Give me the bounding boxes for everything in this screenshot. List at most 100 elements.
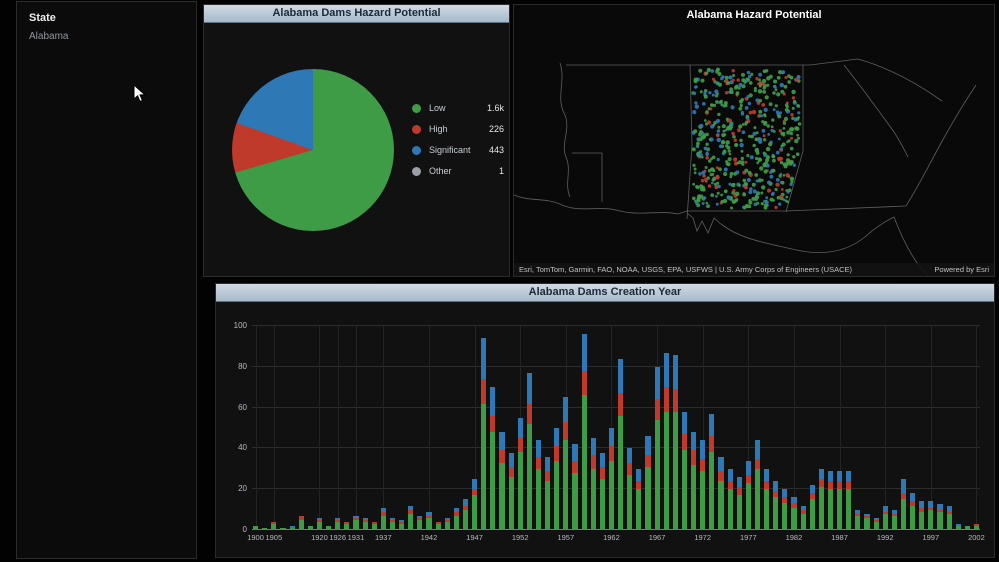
bar-1986[interactable]: [827, 326, 834, 530]
bar-1980[interactable]: [772, 326, 779, 530]
bar-1982[interactable]: [790, 326, 797, 530]
bar-1978[interactable]: [754, 326, 761, 530]
bar-1976[interactable]: [736, 326, 743, 530]
bar-1936[interactable]: [371, 326, 378, 530]
bar-1923[interactable]: [325, 326, 332, 530]
bar-1994[interactable]: [900, 326, 907, 530]
bar-1917[interactable]: [307, 326, 314, 530]
bar-1985[interactable]: [818, 326, 825, 530]
bar-1973[interactable]: [708, 326, 715, 530]
bar-1992[interactable]: [882, 326, 889, 530]
bar-1991[interactable]: [873, 326, 880, 530]
bar-1996[interactable]: [918, 326, 925, 530]
bar-1956[interactable]: [553, 326, 560, 530]
bar-1993[interactable]: [891, 326, 898, 530]
bar-1942[interactable]: [425, 326, 432, 530]
x-label-slot: [818, 533, 825, 545]
bar-1959[interactable]: [581, 326, 588, 530]
state-list-item-alabama[interactable]: Alabama: [17, 24, 196, 42]
bar-1938[interactable]: [389, 326, 396, 530]
bar-1944[interactable]: [444, 326, 451, 530]
bar-1945[interactable]: [453, 326, 460, 530]
bar-1965[interactable]: [635, 326, 642, 530]
bar-1999[interactable]: [946, 326, 953, 530]
bar-1934[interactable]: [362, 326, 369, 530]
bar-1948[interactable]: [480, 326, 487, 530]
bar-1964[interactable]: [626, 326, 633, 530]
bar-1969[interactable]: [672, 326, 679, 530]
bar-1977[interactable]: [745, 326, 752, 530]
bar-1951[interactable]: [508, 326, 515, 530]
bar-1981[interactable]: [781, 326, 788, 530]
bar-1957[interactable]: [562, 326, 569, 530]
bar-segment-significant: [645, 436, 651, 455]
bar-segment-significant: [490, 387, 496, 416]
bar-1962[interactable]: [608, 326, 615, 530]
bar-1908[interactable]: [279, 326, 286, 530]
bar-1995[interactable]: [909, 326, 916, 530]
bar-1990[interactable]: [863, 326, 870, 530]
x-label-slot: 1937: [375, 533, 392, 545]
legend-item-low[interactable]: Low 1.6k: [412, 103, 504, 113]
pie-chart[interactable]: [232, 69, 394, 231]
mouse-cursor: [133, 83, 147, 108]
bar-1947[interactable]: [471, 326, 478, 530]
bar-1960[interactable]: [590, 326, 597, 530]
bar-1967[interactable]: [654, 326, 661, 530]
bar-1952[interactable]: [517, 326, 524, 530]
map-canvas[interactable]: [514, 5, 994, 276]
bar-1939[interactable]: [398, 326, 405, 530]
bar-1989[interactable]: [854, 326, 861, 530]
bar-1997[interactable]: [927, 326, 934, 530]
legend-item-other[interactable]: Other 1: [412, 166, 504, 176]
bar-1987[interactable]: [836, 326, 843, 530]
bar-1941[interactable]: [416, 326, 423, 530]
x-label-slot: [626, 533, 633, 545]
bar-segment-high: [709, 436, 715, 453]
bar-1974[interactable]: [717, 326, 724, 530]
bar-1966[interactable]: [644, 326, 651, 530]
bar-1963[interactable]: [617, 326, 624, 530]
bar-1953[interactable]: [526, 326, 533, 530]
x-label-slot: 1967: [649, 533, 666, 545]
bar-1979[interactable]: [763, 326, 770, 530]
bar-1950[interactable]: [498, 326, 505, 530]
x-label-slot: [763, 533, 770, 545]
bar-segment-low: [462, 509, 468, 530]
bar-1931[interactable]: [352, 326, 359, 530]
bar-1900[interactable]: [252, 326, 259, 530]
bar-1968[interactable]: [663, 326, 670, 530]
x-label-slot: [617, 533, 624, 545]
bar-2000[interactable]: [955, 326, 962, 530]
bar-1911[interactable]: [289, 326, 296, 530]
bar-1946[interactable]: [462, 326, 469, 530]
bar-1983[interactable]: [800, 326, 807, 530]
bar-1926[interactable]: [334, 326, 341, 530]
bar-1914[interactable]: [298, 326, 305, 530]
bar-1988[interactable]: [845, 326, 852, 530]
bar-1971[interactable]: [690, 326, 697, 530]
legend-item-high[interactable]: High 226: [412, 124, 504, 134]
legend-item-significant[interactable]: Significant 443: [412, 145, 504, 155]
bar-1975[interactable]: [727, 326, 734, 530]
bar-1929[interactable]: [343, 326, 350, 530]
bar-1937[interactable]: [380, 326, 387, 530]
bar-1970[interactable]: [681, 326, 688, 530]
x-label-slot: [681, 533, 688, 545]
bar-1903[interactable]: [261, 326, 268, 530]
bar-1905[interactable]: [270, 326, 277, 530]
bar-1954[interactable]: [535, 326, 542, 530]
bar-1920[interactable]: [316, 326, 323, 530]
bar-1972[interactable]: [699, 326, 706, 530]
bar-1998[interactable]: [936, 326, 943, 530]
bar-1984[interactable]: [809, 326, 816, 530]
bar-1949[interactable]: [489, 326, 496, 530]
bar-1958[interactable]: [571, 326, 578, 530]
powered-by-esri-link[interactable]: Powered by Esri: [934, 265, 989, 274]
bar-2002[interactable]: [973, 326, 980, 530]
bar-2001[interactable]: [964, 326, 971, 530]
bar-1940[interactable]: [407, 326, 414, 530]
bar-1955[interactable]: [544, 326, 551, 530]
bar-1943[interactable]: [435, 326, 442, 530]
bar-1961[interactable]: [599, 326, 606, 530]
